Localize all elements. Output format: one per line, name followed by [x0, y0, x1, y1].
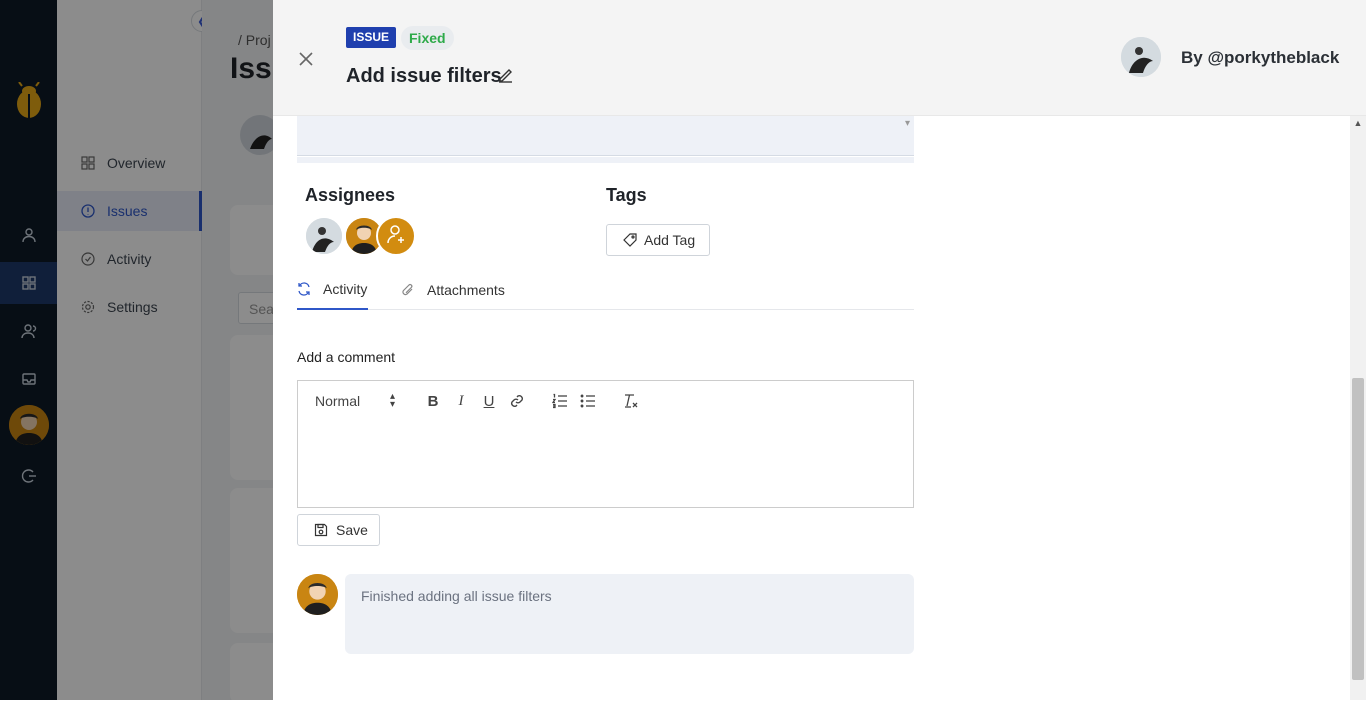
bold-icon[interactable]: B: [424, 392, 442, 410]
clear-format-icon[interactable]: [622, 392, 640, 410]
tab-attachments[interactable]: Attachments: [401, 270, 505, 310]
status-badge: Fixed: [401, 26, 454, 50]
comment-text: Finished adding all issue filters: [361, 588, 552, 604]
issue-type-badge: ISSUE: [346, 27, 397, 48]
pencil-icon[interactable]: [497, 66, 515, 84]
ordered-list-icon[interactable]: [551, 392, 569, 410]
scrollbar-thumb[interactable]: [1352, 378, 1364, 680]
author-avatar: [1121, 37, 1161, 77]
tabs: Activity Attachments: [297, 270, 914, 310]
description-field[interactable]: ▾: [297, 116, 914, 156]
scroll-up-icon[interactable]: ▲: [1353, 118, 1363, 128]
save-button[interactable]: Save: [297, 514, 380, 546]
tab-activity[interactable]: Activity: [297, 270, 368, 310]
italic-icon[interactable]: I: [452, 392, 470, 410]
add-tag-button[interactable]: Add Tag: [606, 224, 710, 256]
issue-drawer: ISSUE Fixed Add issue filters By @porkyt…: [273, 0, 1366, 700]
paperclip-icon: [401, 283, 415, 297]
caret-down-icon: ▾: [904, 118, 910, 129]
bullet-list-icon[interactable]: [579, 392, 597, 410]
user-plus-icon: [385, 223, 407, 250]
drawer-header: ISSUE Fixed Add issue filters By @porkyt…: [273, 0, 1366, 116]
add-assignee-button[interactable]: [376, 216, 416, 256]
author-name: By @porkytheblack: [1181, 48, 1340, 67]
comment-editor[interactable]: [297, 421, 914, 508]
tag-icon: [623, 233, 637, 247]
tags-label: Tags: [606, 185, 647, 205]
sort-icon: ▴ ▾: [390, 391, 396, 410]
comment-label: Add a comment: [297, 349, 396, 365]
assignees-label: Assignees: [305, 185, 396, 205]
assignee-avatar[interactable]: [304, 216, 344, 256]
close-icon[interactable]: [295, 48, 317, 70]
description-divider: [297, 157, 914, 163]
editor-toolbar: Normal ▴ ▾ B I U: [297, 380, 914, 422]
underline-icon[interactable]: U: [480, 392, 498, 410]
format-select[interactable]: Normal: [315, 393, 360, 409]
issue-title: Add issue filters: [346, 65, 502, 87]
link-icon[interactable]: [508, 392, 526, 410]
comment-author-avatar: [297, 574, 338, 615]
comment-bubble: Finished adding all issue filters: [345, 574, 914, 654]
refresh-icon: [297, 282, 311, 296]
save-icon: [314, 523, 328, 537]
